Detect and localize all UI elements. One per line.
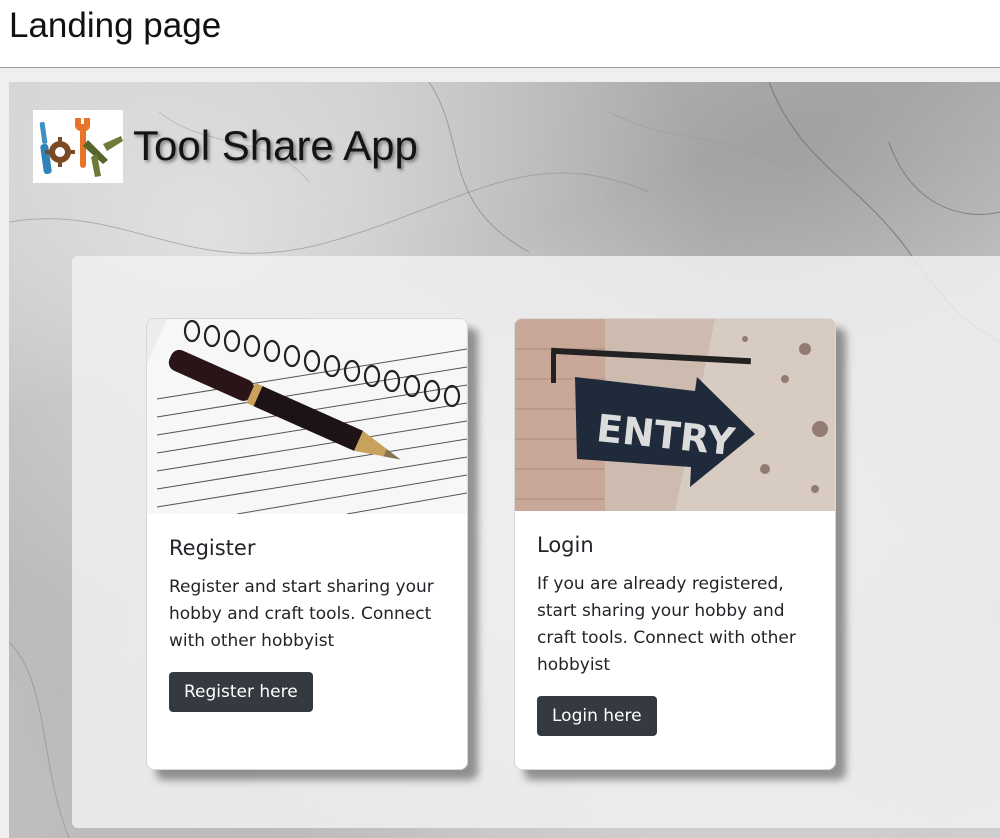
page-title: Landing page xyxy=(9,6,222,45)
register-card-title: Register xyxy=(169,536,256,560)
content-panel: Register Register and start sharing your… xyxy=(72,256,1000,828)
register-card: Register Register and start sharing your… xyxy=(146,318,468,770)
register-card-body: Register Register and start sharing your… xyxy=(147,514,467,712)
login-card: ENTRY Login If you are already registere… xyxy=(514,318,836,770)
login-card-body: Login If you are already registered, sta… xyxy=(515,511,835,736)
login-card-title: Login xyxy=(537,533,594,557)
register-card-text: Register and start sharing your hobby an… xyxy=(169,577,434,651)
login-button[interactable]: Login here xyxy=(537,696,657,736)
register-button[interactable]: Register here xyxy=(169,672,313,712)
entry-sign-image: ENTRY xyxy=(515,319,835,511)
marble-background: Tool Share App Register Register and sta… xyxy=(9,82,1000,838)
login-card-text: If you are already registered, start sha… xyxy=(537,574,796,675)
page-header: Landing page xyxy=(0,0,1000,68)
diy-tools-logo-icon[interactable] xyxy=(33,110,123,183)
pen-and-notebook-image xyxy=(147,319,467,515)
brand-title[interactable]: Tool Share App xyxy=(133,122,418,170)
